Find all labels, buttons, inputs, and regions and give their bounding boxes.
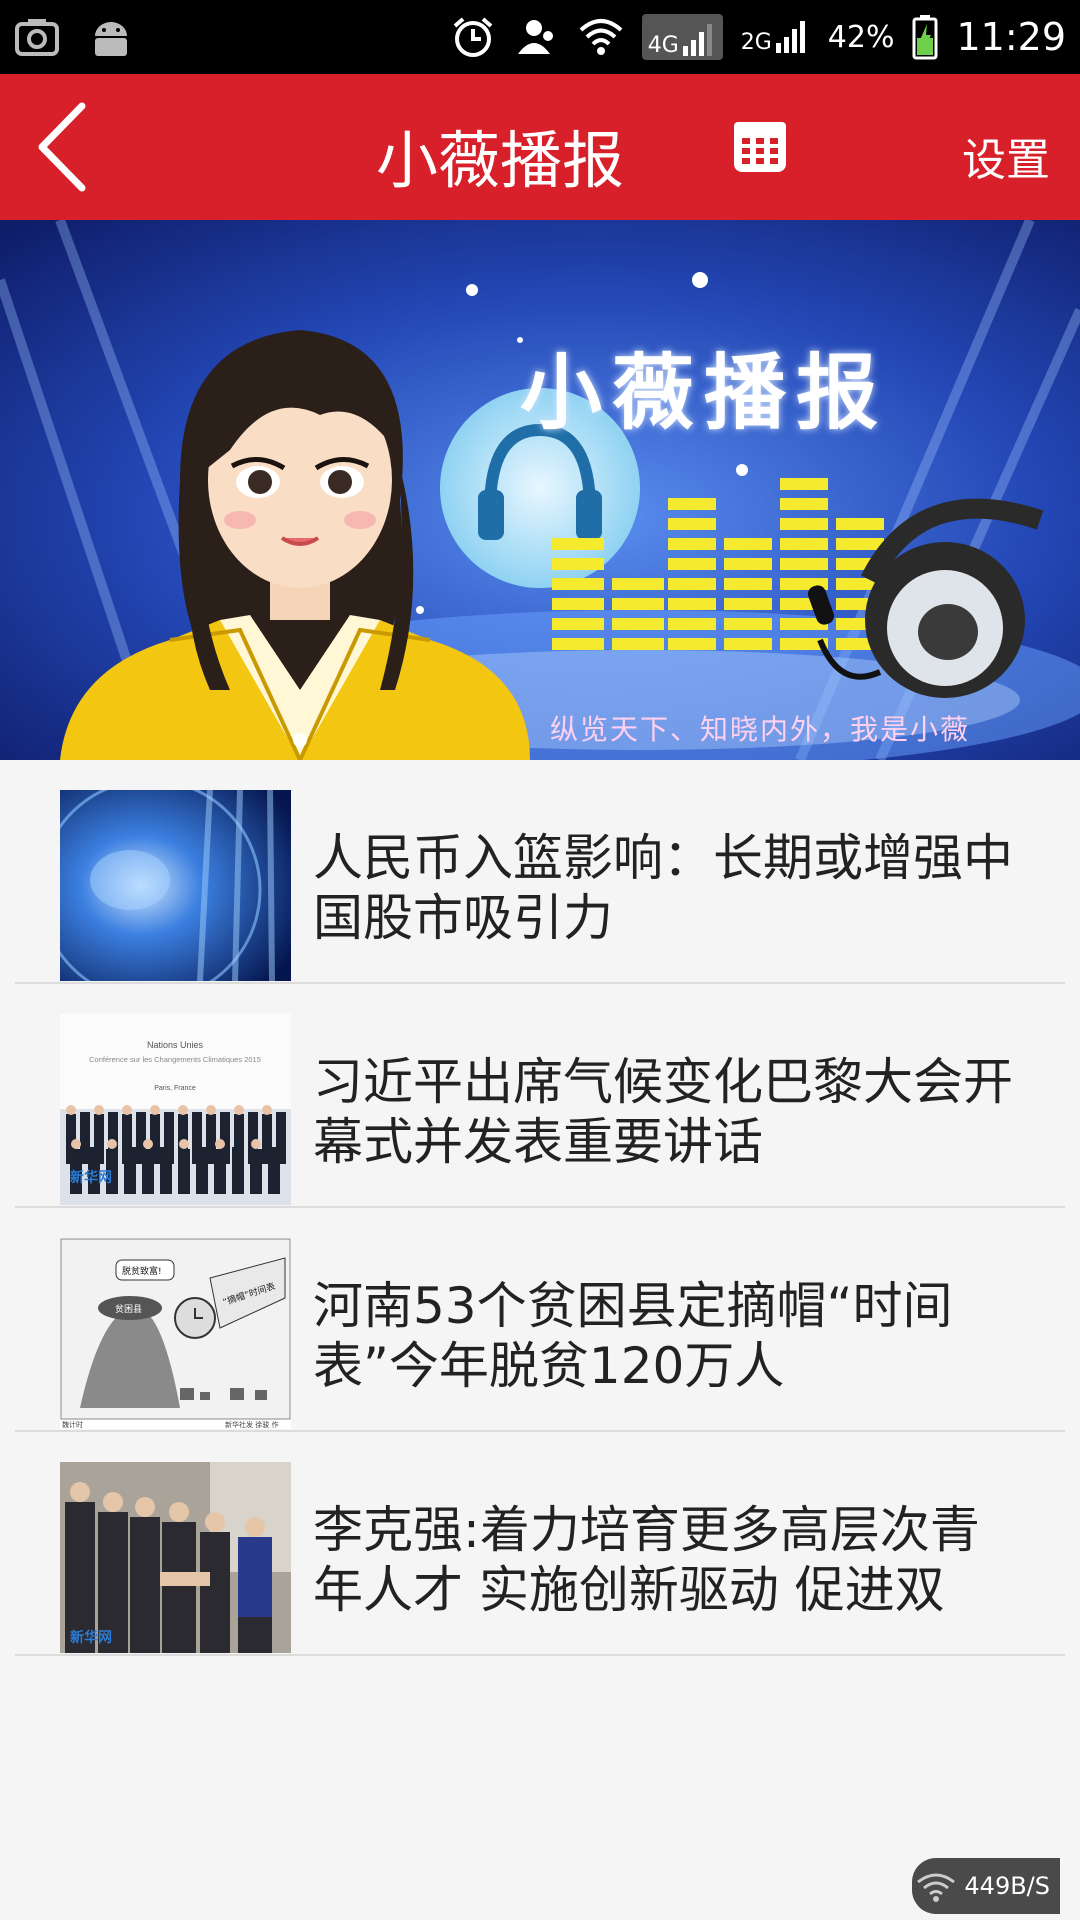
thumb-cartoon-bubble: 脱贫致富! <box>122 1265 162 1277</box>
globe-thumbnail-image <box>60 790 291 981</box>
banner-title: 小薇播报 <box>520 345 889 441</box>
news-title: 习近平出席气候变化巴黎大会开幕式并发表重要讲话 <box>313 1053 1013 1171</box>
conference-thumbnail-image: Nations Unies Conférence sur les Changem… <box>60 1014 291 1205</box>
signal-bars-2g-icon <box>775 21 805 53</box>
page-title: 小薇播报 <box>375 124 624 197</box>
thumb-cartoon-credit-right: 新华社发 徐骏 作 <box>225 1420 278 1429</box>
news-thumbnail: 贫困县 脱贫致富! “摘帽”时间表 魏计时 新华社发 徐骏 作 <box>60 1238 291 1429</box>
banner-image[interactable]: 小薇播报 纵览天下、知晓内外，我是小薇 <box>0 220 1080 760</box>
signal-bars-icon <box>682 24 712 56</box>
wifi-speed-icon <box>917 1873 956 1902</box>
meeting-thumbnail-image: 新华网 <box>60 1462 291 1653</box>
network-4g-label: 4G <box>647 33 679 58</box>
news-thumbnail: 新华网 <box>60 1462 291 1653</box>
thumb-watermark: 新华网 <box>70 1169 112 1186</box>
signal-4g-indicator: 4G <box>641 14 723 60</box>
news-title: 李克强:着力培育更多高层次青年人才 实施创新驱动 促进双 <box>313 1501 980 1619</box>
list-item[interactable]: 新华网 李克强:着力培育更多高层次青年人才 实施创新驱动 促进双 <box>15 1432 1065 1656</box>
clock: 11:29 <box>956 15 1066 59</box>
battery-percent: 42% <box>827 19 895 55</box>
network-2g-label: 2G <box>740 30 772 55</box>
android-icon <box>95 22 127 56</box>
news-thumbnail: Nations Unies Conférence sur les Changem… <box>60 1014 291 1205</box>
thumb-watermark: 新华网 <box>70 1629 112 1646</box>
news-thumbnail <box>60 790 291 981</box>
thumb-cartoon-credit-left: 魏计时 <box>62 1420 83 1429</box>
thumb-conference-place: Paris, France <box>154 1085 196 1092</box>
list-item[interactable]: 人民币入篮影响：长期或增强中国股市吸引力 <box>15 760 1065 984</box>
news-title: 河南53个贫困县定摘帽“时间表”今年脱贫120万人 <box>313 1277 953 1395</box>
status-bar: 4G 2G 42% 11:29 <box>0 0 1080 74</box>
battery-charging-icon <box>912 15 938 60</box>
calendar-icon[interactable] <box>732 118 788 174</box>
wifi-icon <box>579 19 623 55</box>
net-speed-indicator[interactable]: 449B/S <box>912 1858 1060 1914</box>
list-item[interactable]: Nations Unies Conférence sur les Changem… <box>15 984 1065 1208</box>
alarm-icon <box>453 17 493 57</box>
thumb-cartoon-hat: 贫困县 <box>115 1303 142 1315</box>
signal-2g-indicator: 2G <box>741 19 810 55</box>
news-list: 人民币入篮影响：长期或增强中国股市吸引力 Nations Unies Confé… <box>15 760 1065 1656</box>
banner-slogan: 纵览天下、知晓内外，我是小薇 <box>550 713 971 746</box>
list-item[interactable]: 贫困县 脱贫致富! “摘帽”时间表 魏计时 新华社发 徐骏 作 河南53个贫困县… <box>15 1208 1065 1432</box>
screenshot-icon <box>15 19 59 56</box>
thumb-conference-org: Nations Unies <box>147 1040 204 1050</box>
thumb-conference-name: Conférence sur les Changements Climatiqu… <box>89 1055 261 1064</box>
cartoon-thumbnail-image: 贫困县 脱贫致富! “摘帽”时间表 魏计时 新华社发 徐骏 作 <box>60 1238 291 1429</box>
account-sync-icon <box>517 20 553 54</box>
app-bar: 小薇播报 设置 <box>0 74 1080 220</box>
settings-button[interactable]: 设置 <box>962 124 1050 188</box>
banner-illustration <box>0 220 1080 760</box>
news-title: 人民币入篮影响：长期或增强中国股市吸引力 <box>313 829 1013 947</box>
net-speed-value: 449B/S <box>964 1872 1050 1900</box>
